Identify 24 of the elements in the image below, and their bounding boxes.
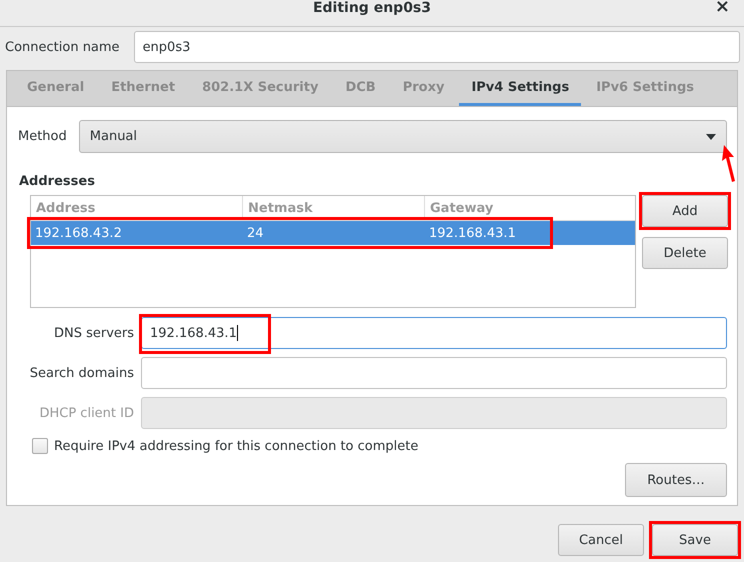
method-dropdown[interactable]: Manual <box>78 120 727 153</box>
tab[interactable]: IPv4 Settings <box>459 71 582 106</box>
field-label: Search domains <box>28 366 134 380</box>
save-button[interactable]: Save <box>652 524 738 556</box>
section-title: Addresses <box>19 174 96 189</box>
table-button[interactable]: Add <box>642 195 728 227</box>
field-label: Method <box>18 129 67 144</box>
table-cell-text: 192.168.43.1 <box>428 224 517 242</box>
input-field[interactable] <box>141 357 727 389</box>
text-cursor <box>236 325 238 341</box>
checkbox-label: Require IPv4 addressing for this connection to complete <box>54 438 418 454</box>
caret-icon <box>706 134 716 140</box>
cancel-button[interactable]: Cancel <box>558 524 644 556</box>
field-label: DHCP client ID <box>38 406 134 420</box>
table-cell-text: 192.168.43.2 <box>34 224 123 242</box>
connection-name-field[interactable]: enp0s3 <box>134 31 740 63</box>
checkbox[interactable] <box>32 438 48 454</box>
table-cell-text: 24 <box>246 224 265 242</box>
table-button[interactable]: Delete <box>642 237 728 269</box>
window-title: Editing enp0s3 <box>312 0 432 16</box>
close-button[interactable]: × <box>714 0 730 17</box>
field-label: Connection name <box>5 40 120 54</box>
field-label: DNS servers <box>52 326 134 340</box>
routes-button[interactable]: Routes… <box>625 463 727 497</box>
